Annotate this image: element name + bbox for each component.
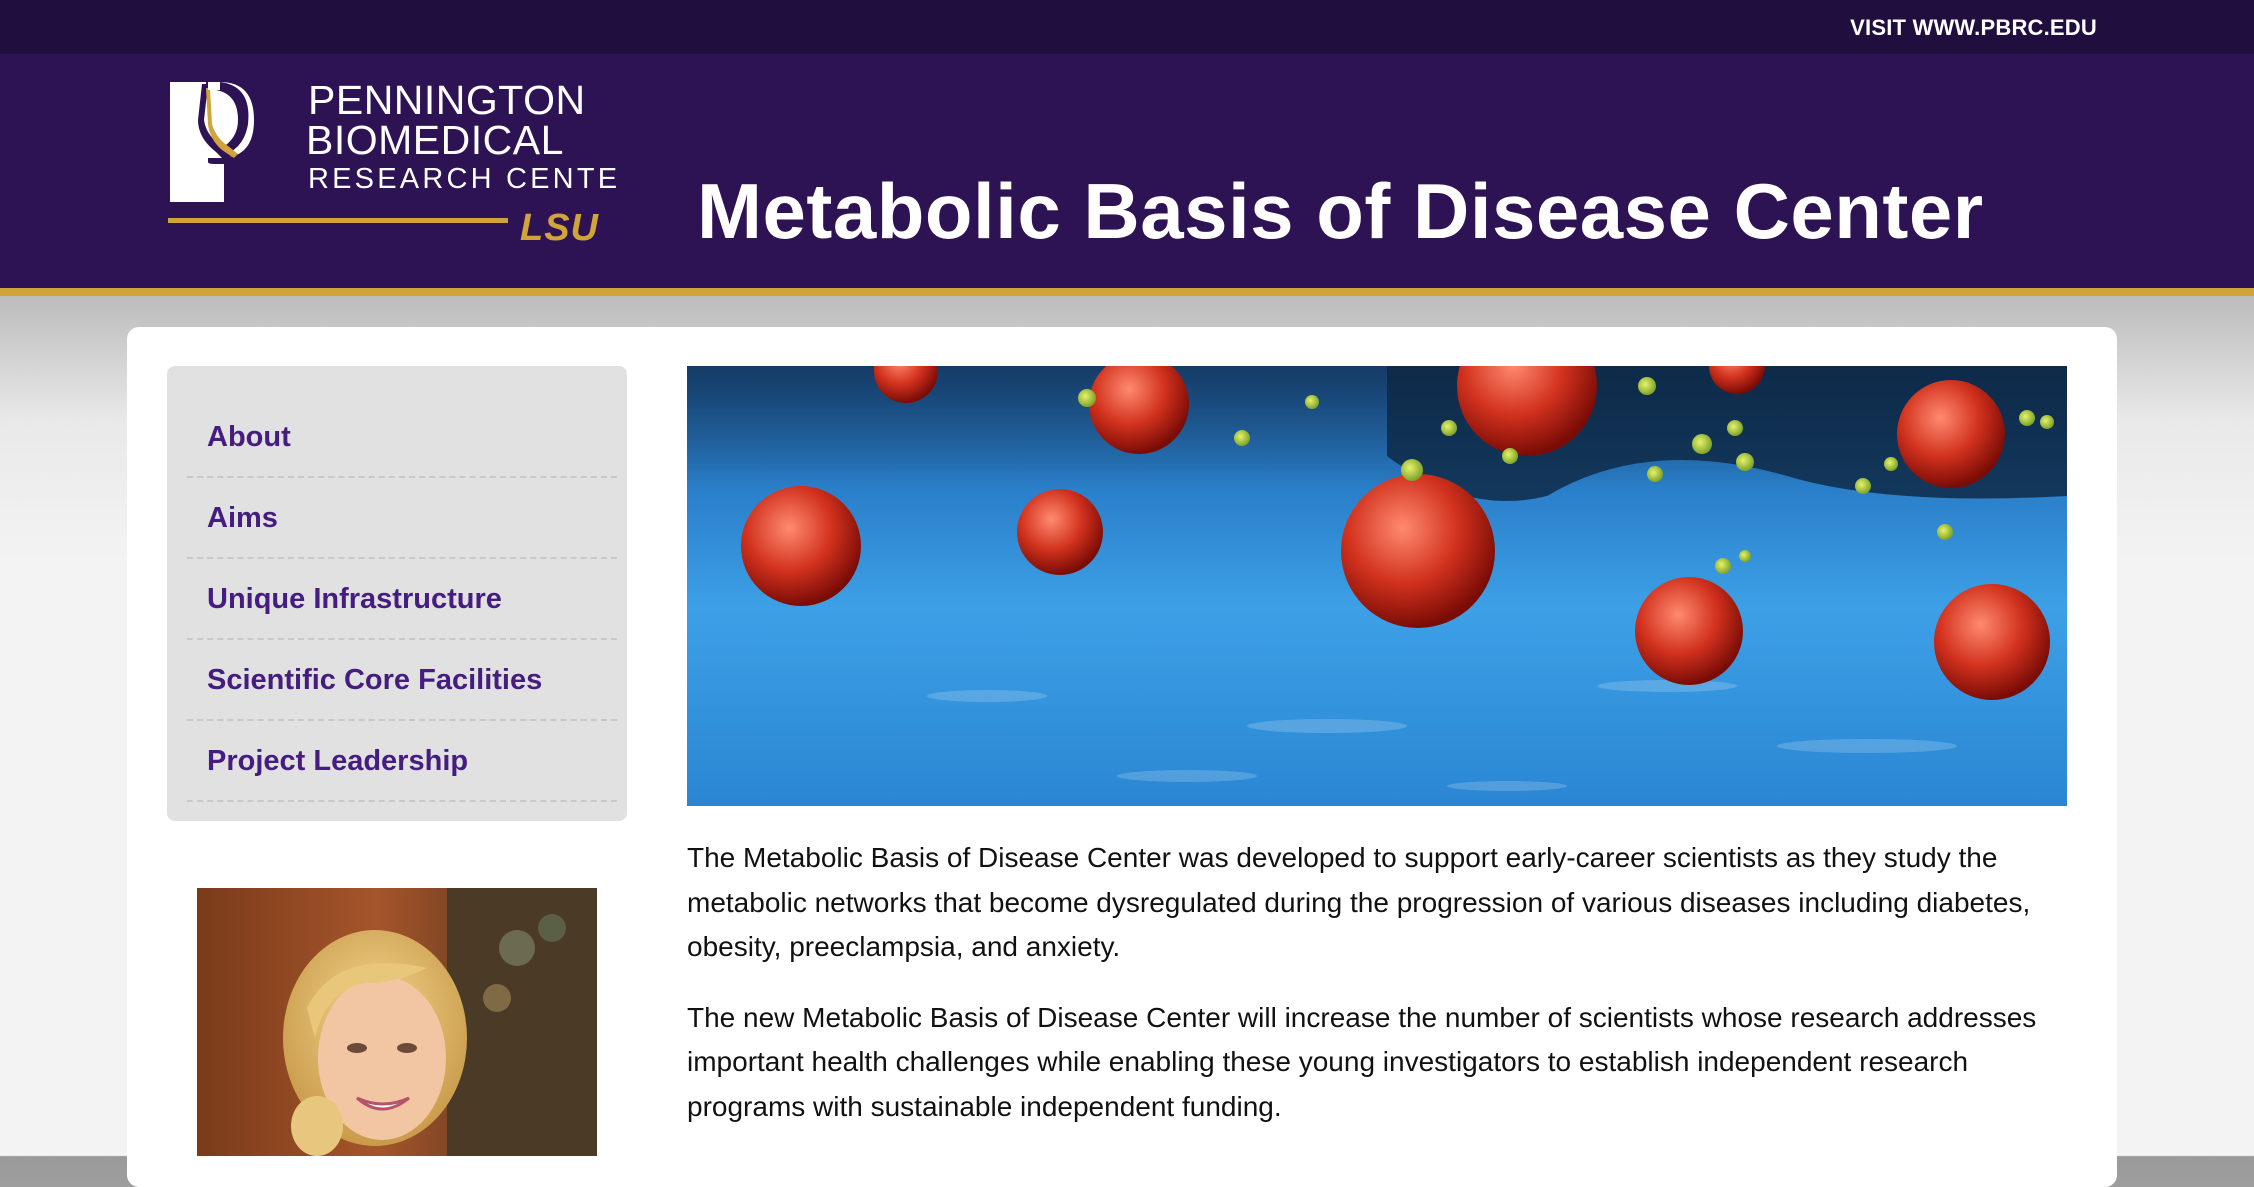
lsu-wordmark: LSU xyxy=(520,207,600,244)
site-header: PENNINGTON BIOMEDICAL RESEARCH CENTER LS… xyxy=(0,54,2254,296)
page-title: Metabolic Basis of Disease Center xyxy=(697,167,1984,255)
director-portrait xyxy=(197,888,597,1156)
sidebar-link-project-leadership[interactable]: Project Leadership xyxy=(207,745,468,778)
pbrc-logo[interactable]: PENNINGTON BIOMEDICAL RESEARCH CENTER LS… xyxy=(168,80,622,244)
pbrc-logo-icon xyxy=(170,82,254,202)
intro-text: The Metabolic Basis of Disease Center wa… xyxy=(687,836,2067,1155)
sidebar-item-project-leadership: Project Leadership xyxy=(187,721,617,802)
hero-cells-image xyxy=(687,366,2067,806)
intro-paragraph-2: The new Metabolic Basis of Disease Cente… xyxy=(687,1001,2037,1122)
sidebar-item-scientific-core-facilities: Scientific Core Facilities xyxy=(187,640,617,721)
sidebar-item-about: About xyxy=(187,366,617,478)
sidebar-link-scientific-core-facilities[interactable]: Scientific Core Facilities xyxy=(207,664,542,697)
logo-line-2: BIOMEDICAL xyxy=(306,117,564,163)
sidebar-nav: About Aims Unique Infrastructure Scienti… xyxy=(167,366,627,821)
intro-paragraph-1: The Metabolic Basis of Disease Center wa… xyxy=(687,842,2031,962)
logo-line-3: RESEARCH CENTER xyxy=(308,163,622,195)
logo-gold-rule xyxy=(168,218,508,223)
visit-pbrc-link[interactable]: VISIT WWW.PBRC.EDU xyxy=(1850,15,2097,41)
sidebar-item-aims: Aims xyxy=(187,478,617,559)
top-utility-bar: VISIT WWW.PBRC.EDU xyxy=(0,0,2254,54)
sidebar-link-unique-infrastructure[interactable]: Unique Infrastructure xyxy=(207,583,502,616)
sidebar-link-aims[interactable]: Aims xyxy=(207,502,278,535)
sidebar-item-unique-infrastructure: Unique Infrastructure xyxy=(187,559,617,640)
sidebar-link-about[interactable]: About xyxy=(207,421,291,454)
